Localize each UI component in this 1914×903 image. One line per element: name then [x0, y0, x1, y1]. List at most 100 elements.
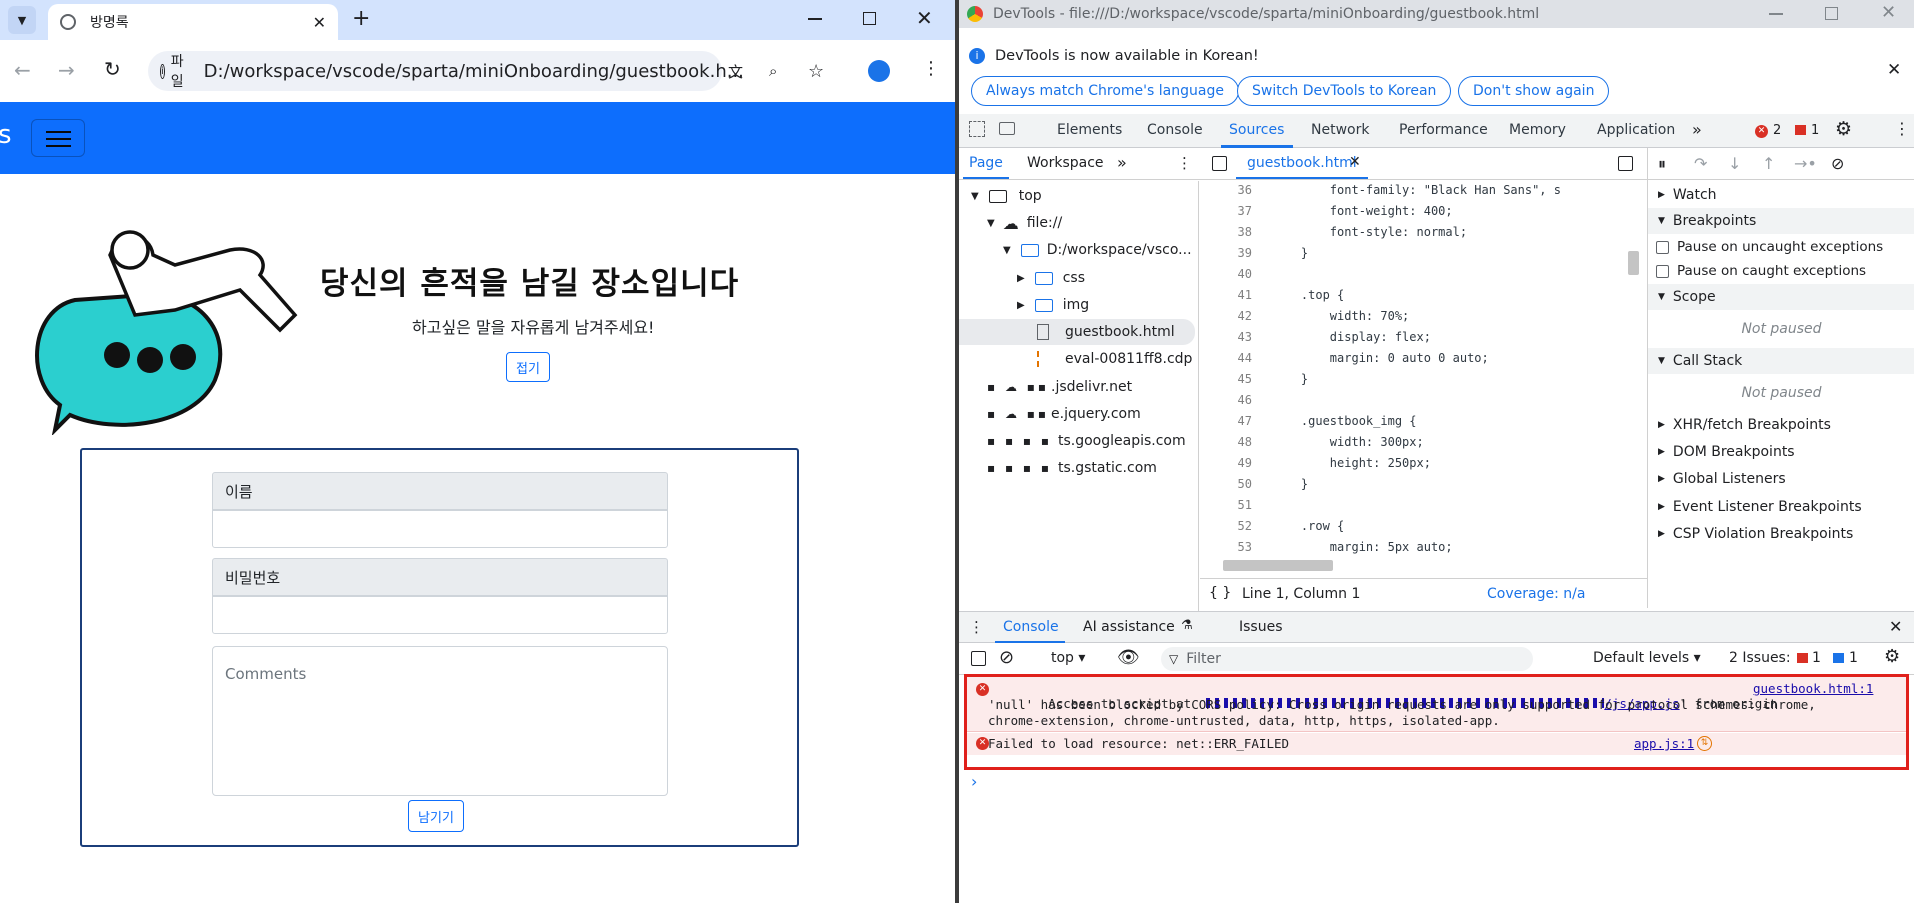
zoom-icon[interactable]: ⌕: [769, 62, 777, 80]
tree-item-img[interactable]: ▶ img: [1017, 292, 1089, 318]
switch-korean-button[interactable]: Switch DevTools to Korean: [1237, 76, 1452, 106]
translate-icon[interactable]: 文: [728, 61, 743, 82]
tab-application[interactable]: Application: [1597, 122, 1675, 138]
maximize-icon[interactable]: [863, 12, 876, 25]
more-tabs-icon[interactable]: »: [1117, 153, 1127, 172]
forward-icon[interactable]: →: [58, 58, 75, 82]
source-link[interactable]: app.js:1: [1634, 736, 1694, 751]
line-number[interactable]: 53: [1200, 540, 1252, 554]
pause-caught-checkbox[interactable]: Pause on caught exceptions: [1648, 258, 1914, 284]
line-number[interactable]: 38: [1200, 225, 1252, 239]
device-toggle-icon[interactable]: [999, 122, 1015, 135]
section-csp[interactable]: ▶ CSP Violation Breakpoints: [1648, 521, 1914, 547]
tab-performance[interactable]: Performance: [1399, 122, 1488, 138]
line-number[interactable]: 50: [1200, 477, 1252, 491]
comments-textarea[interactable]: Comments: [212, 646, 668, 796]
star-icon[interactable]: ☆: [808, 61, 824, 82]
drawer-menu-icon[interactable]: ⋮: [969, 618, 984, 636]
step-into-icon[interactable]: ↓: [1728, 154, 1741, 173]
line-number[interactable]: 43: [1200, 330, 1252, 344]
tree-item-css[interactable]: ▶ css: [1017, 265, 1085, 291]
navbar-toggler-icon[interactable]: [31, 119, 85, 157]
line-number[interactable]: 46: [1200, 393, 1252, 407]
more-tabs-icon[interactable]: »: [1692, 120, 1702, 139]
tab-memory[interactable]: Memory: [1509, 122, 1566, 138]
line-number[interactable]: 47: [1200, 414, 1252, 428]
line-number[interactable]: 48: [1200, 435, 1252, 449]
tree-item-file[interactable]: ▼ ☁ file://: [987, 210, 1062, 236]
line-number[interactable]: 37: [1200, 204, 1252, 218]
section-scope[interactable]: ▼ Scope: [1648, 284, 1914, 310]
drawer-tab-ai[interactable]: AI assistance: [1083, 619, 1175, 635]
line-number[interactable]: 39: [1200, 246, 1252, 260]
section-global[interactable]: ▶ Global Listeners: [1648, 466, 1914, 492]
drawer-tab-issues[interactable]: Issues: [1239, 619, 1283, 635]
tree-item-host3[interactable]: ▪ ▪ ▪ ▪ ts.googleapis.com: [987, 428, 1186, 454]
section-watch[interactable]: ▶ Watch: [1648, 182, 1914, 208]
step-over-icon[interactable]: ↷: [1694, 154, 1707, 173]
deactivate-breakpoints-icon[interactable]: ⊘: [1831, 154, 1844, 173]
sidebar-toggle-icon[interactable]: [971, 651, 986, 666]
scroll-thumb[interactable]: [1628, 251, 1639, 275]
tree-item-host1[interactable]: ▪ ☁ ▪▪ .jsdelivr.net: [987, 374, 1132, 400]
back-icon[interactable]: ←: [14, 58, 31, 82]
tab-page[interactable]: Page: [969, 155, 1003, 171]
reload-icon[interactable]: ↻: [104, 57, 121, 81]
file-tab[interactable]: guestbook.html: [1247, 155, 1357, 171]
pause-uncaught-checkbox[interactable]: Pause on uncaught exceptions: [1648, 234, 1914, 260]
new-tab-icon[interactable]: +: [352, 6, 370, 31]
error-count[interactable]: 2: [1773, 123, 1781, 138]
code-editor[interactable]: 36 font-family: "Black Han Sans", s 37 fo…: [1200, 181, 1615, 571]
line-number[interactable]: 45: [1200, 372, 1252, 386]
tab-network[interactable]: Network: [1311, 122, 1369, 138]
tree-item-top[interactable]: ▼ top: [971, 183, 1042, 209]
eye-icon[interactable]: 👁: [1117, 647, 1140, 668]
nav-brand[interactable]: s: [0, 120, 12, 150]
close-window-icon[interactable]: ✕: [1881, 2, 1896, 23]
source-link[interactable]: guestbook.html:1: [1753, 681, 1873, 696]
tab-elements[interactable]: Elements: [1057, 122, 1122, 138]
dont-show-button[interactable]: Don't show again: [1458, 76, 1610, 106]
inspect-icon[interactable]: [969, 121, 985, 137]
submit-button[interactable]: 남기기: [408, 800, 464, 832]
step-out-icon[interactable]: ↑: [1762, 154, 1775, 173]
console-settings-icon[interactable]: ⚙: [1884, 646, 1900, 667]
fold-button[interactable]: 접기: [506, 352, 550, 382]
tree-item-eval[interactable]: eval-00811ff8.cdp: [1037, 346, 1192, 372]
tab-close-icon[interactable]: ✕: [313, 13, 326, 32]
context-select[interactable]: top ▾: [1051, 650, 1085, 666]
password-input[interactable]: [212, 596, 668, 634]
tree-item-guestbook[interactable]: guestbook.html: [959, 319, 1195, 345]
console-error-load[interactable]: ✕ Failed to load resource: net::ERR_FAIL…: [967, 733, 1906, 755]
toggle-navigator-icon[interactable]: [1212, 156, 1227, 171]
tree-item-host4[interactable]: ▪ ▪ ▪ ▪ ts.gstatic.com: [987, 455, 1157, 481]
line-number[interactable]: 42: [1200, 309, 1252, 323]
profile-icon[interactable]: [868, 60, 890, 82]
line-number[interactable]: 36: [1200, 183, 1252, 197]
kebab-menu-icon[interactable]: ⋮: [1894, 119, 1910, 138]
pretty-print-icon[interactable]: { }: [1209, 585, 1231, 601]
url-text[interactable]: D:/workspace/vscode/sparta/miniOnboardin…: [204, 61, 744, 82]
close-file-icon[interactable]: ✕: [1349, 154, 1361, 170]
section-call-stack[interactable]: ▼ Call Stack: [1648, 348, 1914, 374]
toggle-debugger-icon[interactable]: [1618, 156, 1633, 171]
tab-workspace[interactable]: Workspace: [1027, 155, 1104, 171]
issues-summary[interactable]: 2 Issues:: [1729, 650, 1791, 666]
tree-item-folder[interactable]: ▼ D:/workspace/vsco...: [1003, 237, 1192, 263]
close-drawer-icon[interactable]: ✕: [1889, 617, 1902, 636]
line-number[interactable]: 40: [1200, 267, 1252, 281]
coverage-link[interactable]: Coverage: n/a: [1487, 586, 1585, 602]
network-icon[interactable]: ⇅: [1697, 736, 1712, 751]
tab-sources[interactable]: Sources: [1229, 122, 1284, 138]
checkbox[interactable]: [1656, 240, 1669, 254]
settings-gear-icon[interactable]: ⚙: [1835, 118, 1852, 140]
pause-icon[interactable]: ⏸: [1658, 154, 1666, 174]
section-breakpoints[interactable]: ▼ Breakpoints: [1648, 208, 1914, 234]
line-number[interactable]: 51: [1200, 498, 1252, 512]
section-dom[interactable]: ▶ DOM Breakpoints: [1648, 439, 1914, 465]
browser-tab[interactable]: 방명록 ✕: [48, 4, 338, 40]
drawer-tab-console[interactable]: Console: [1003, 619, 1059, 635]
step-icon[interactable]: →•: [1794, 154, 1817, 173]
tree-item-host2[interactable]: ▪ ☁ ▪▪ e.jquery.com: [987, 401, 1141, 427]
clear-console-icon[interactable]: ⊘: [999, 647, 1014, 668]
